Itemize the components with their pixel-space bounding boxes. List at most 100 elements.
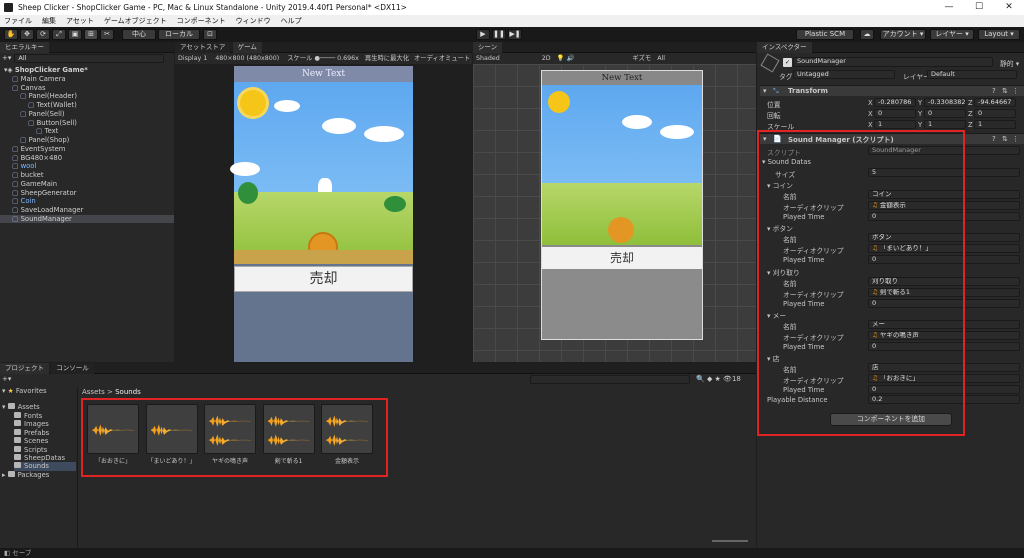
position-x-field[interactable]: -0.280786 bbox=[874, 98, 916, 107]
mute-audio-toggle[interactable]: オーディオミュート bbox=[414, 55, 470, 62]
lighting-icon[interactable]: 💡 bbox=[557, 55, 565, 62]
scale-slider[interactable]: ●──── bbox=[314, 55, 337, 62]
folder-item[interactable]: Scripts bbox=[14, 445, 47, 455]
project-add-icon[interactable]: +▾ bbox=[2, 375, 11, 383]
menu-file[interactable]: ファイル bbox=[4, 15, 32, 27]
breadcrumb-assets[interactable]: Assets bbox=[82, 388, 105, 396]
help-icon[interactable]: ? bbox=[992, 87, 996, 95]
cloud-icon[interactable]: ☁ bbox=[860, 29, 874, 40]
hierarchy-item[interactable]: ▢ Panel(Sell) bbox=[0, 110, 174, 119]
folder-item[interactable]: Scenes bbox=[14, 437, 48, 446]
custom-tool-icon[interactable]: ✂ bbox=[100, 29, 114, 40]
folder-item[interactable]: Prefabs bbox=[14, 428, 49, 438]
tab-asset-store[interactable]: アセットストア bbox=[175, 42, 231, 53]
tab-hierarchy[interactable]: ヒエラルキー bbox=[0, 42, 49, 53]
pause-button-icon[interactable]: ❚❚ bbox=[492, 29, 506, 40]
hierarchy-item[interactable]: ▢ bucket bbox=[0, 171, 174, 180]
pivot-local-button[interactable]: ローカル bbox=[158, 29, 200, 40]
plastic-scm-button[interactable]: Plastic SCM bbox=[796, 29, 854, 40]
step-button-icon[interactable]: ▶❚ bbox=[508, 29, 522, 40]
close-button[interactable]: ✕ bbox=[994, 0, 1024, 15]
add-icon[interactable]: +▾ bbox=[2, 54, 11, 64]
gizmos-dropdown[interactable]: ギズモ bbox=[632, 55, 651, 62]
scene-search-input[interactable]: All bbox=[657, 55, 665, 62]
project-filter-icons[interactable]: 🔍 ◆ ★ 👁18 bbox=[696, 375, 741, 383]
folder-item[interactable]: Fonts bbox=[14, 412, 42, 421]
grid-snap-icon[interactable]: ⊡ bbox=[203, 29, 217, 40]
position-z-field[interactable]: -94.64667 bbox=[974, 98, 1016, 107]
menu-help[interactable]: ヘルプ bbox=[281, 15, 302, 27]
account-dropdown[interactable]: アカウント ▾ bbox=[880, 29, 926, 40]
rotation-x-field[interactable]: 0 bbox=[874, 109, 916, 118]
move-tool-icon[interactable]: ✥ bbox=[20, 29, 34, 40]
scale-tool-icon[interactable]: ⤢ bbox=[52, 29, 66, 40]
hierarchy-item[interactable]: ▢ GameMain bbox=[0, 180, 174, 189]
preset-icon[interactable]: ⇅ bbox=[1002, 87, 1008, 95]
hierarchy-item[interactable]: ▢ EventSystem bbox=[0, 145, 174, 154]
folder-item[interactable]: Images bbox=[14, 420, 49, 429]
hierarchy-search-input[interactable]: All bbox=[14, 54, 165, 63]
tab-console[interactable]: コンソール bbox=[51, 363, 94, 374]
hierarchy-item[interactable]: ▢ Panel(Header) bbox=[0, 92, 174, 101]
assets-item[interactable]: ▾ Assets bbox=[2, 403, 40, 412]
hierarchy-item[interactable]: ▢ wool bbox=[0, 162, 174, 171]
layout-dropdown[interactable]: Layout ▾ bbox=[978, 29, 1020, 40]
scale-x-field[interactable]: 1 bbox=[874, 120, 916, 129]
hierarchy-item[interactable]: ▢ SheepGenerator bbox=[0, 189, 174, 198]
scale-y-field[interactable]: 1 bbox=[924, 120, 966, 129]
shading-dropdown[interactable]: Shaded bbox=[476, 55, 500, 62]
tab-inspector[interactable]: インスペクター bbox=[757, 42, 812, 53]
active-checkbox[interactable]: ✓ bbox=[783, 58, 792, 67]
hierarchy-item[interactable]: ▢ Panel(Shop) bbox=[0, 136, 174, 145]
hierarchy-item[interactable]: ▢ Text(Wallet) bbox=[0, 101, 174, 110]
object-name-field[interactable]: SoundManager bbox=[793, 57, 993, 67]
help-icon[interactable]: ? bbox=[992, 135, 996, 143]
play-button-icon[interactable]: ▶ bbox=[476, 29, 490, 40]
scale-z-field[interactable]: 1 bbox=[974, 120, 1016, 129]
maximize-button[interactable]: ☐ bbox=[964, 0, 994, 15]
zoom-slider[interactable] bbox=[712, 540, 748, 542]
hierarchy-item[interactable]: ▢ SaveLoadManager bbox=[0, 206, 174, 215]
tab-scene[interactable]: シーン bbox=[473, 42, 503, 53]
mode-2d-toggle[interactable]: 2D bbox=[542, 55, 551, 62]
position-y-field[interactable]: -0.3308382 bbox=[924, 98, 966, 107]
project-search-input[interactable] bbox=[530, 375, 690, 384]
folder-item[interactable]: SheepDatas bbox=[14, 454, 65, 463]
more-menu-icon[interactable]: ⋮ bbox=[1012, 135, 1019, 143]
hand-tool-icon[interactable]: ✋ bbox=[4, 29, 18, 40]
favorites-item[interactable]: ▾ ★ Favorites bbox=[2, 387, 47, 396]
rotate-tool-icon[interactable]: ⟳ bbox=[36, 29, 50, 40]
static-dropdown[interactable]: 静的 ▾ bbox=[1000, 58, 1019, 68]
hierarchy-item[interactable]: ▢ Canvas bbox=[0, 84, 174, 93]
resolution-dropdown[interactable]: 480×800 (480x800) bbox=[215, 55, 279, 62]
more-menu-icon[interactable]: ⋮ bbox=[1012, 87, 1019, 95]
menu-component[interactable]: コンポーネント bbox=[177, 15, 226, 27]
hierarchy-item[interactable]: ▢ Coin bbox=[0, 197, 174, 206]
packages-item[interactable]: ▸ Packages bbox=[2, 471, 49, 480]
rotation-y-field[interactable]: 0 bbox=[924, 109, 966, 118]
menu-gameobject[interactable]: ゲームオブジェクト bbox=[104, 15, 167, 27]
menu-window[interactable]: ウィンドウ bbox=[236, 15, 271, 27]
breadcrumb-sounds[interactable]: Sounds bbox=[115, 388, 141, 396]
sell-button[interactable]: 売却 bbox=[234, 266, 413, 292]
tag-dropdown[interactable]: Untagged bbox=[793, 70, 895, 79]
transform-header[interactable]: ▾ ⤡ Transform ? ⇅ ⋮ bbox=[760, 85, 1024, 96]
preset-icon[interactable]: ⇅ bbox=[1002, 135, 1008, 143]
rotation-z-field[interactable]: 0 bbox=[974, 109, 1016, 118]
hierarchy-item[interactable]: ▾◈ ShopClicker Game* bbox=[0, 66, 174, 75]
hierarchy-item[interactable]: ▢ Main Camera bbox=[0, 75, 174, 84]
maximize-on-play-toggle[interactable]: 再生時に最大化 bbox=[365, 55, 409, 62]
menu-assets[interactable]: アセット bbox=[66, 15, 94, 27]
foldout-icon[interactable]: ▾ bbox=[763, 87, 767, 95]
minimize-button[interactable]: — bbox=[934, 0, 964, 15]
hierarchy-item[interactable]: ▢ Text bbox=[0, 127, 174, 136]
audio-icon[interactable]: 🔊 bbox=[566, 55, 574, 62]
display-dropdown[interactable]: Display 1 bbox=[178, 55, 207, 62]
layers-dropdown[interactable]: レイヤー ▾ bbox=[930, 29, 974, 40]
tab-game[interactable]: ゲーム bbox=[232, 42, 262, 53]
menu-edit[interactable]: 編集 bbox=[42, 15, 56, 27]
transform-tool-icon[interactable]: ⊞ bbox=[84, 29, 98, 40]
hierarchy-item[interactable]: ▢ SoundManager bbox=[0, 214, 174, 224]
hierarchy-item[interactable]: ▢ Button(Sell) bbox=[0, 119, 174, 128]
folder-item[interactable]: Sounds bbox=[14, 462, 76, 471]
